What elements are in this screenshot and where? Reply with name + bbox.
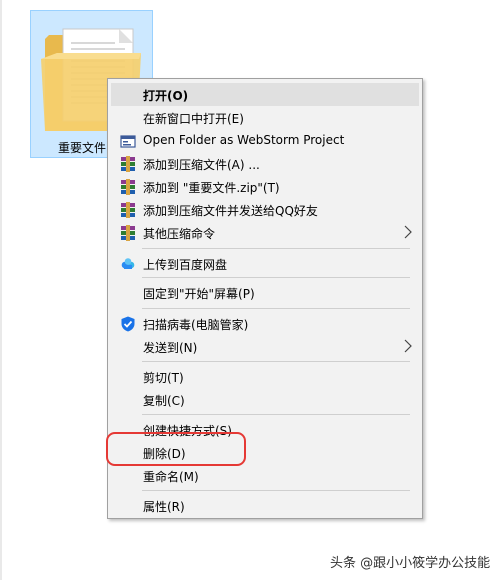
menu-item-label: 添加到压缩文件并发送给QQ好友 — [143, 204, 318, 218]
menu-item-add-to-zip[interactable]: 添加到 "重要文件.zip"(T) — [111, 175, 419, 198]
webstorm-icon — [120, 133, 136, 149]
menu-item-label: 其他压缩命令 — [143, 227, 216, 241]
menu-item-open[interactable]: 打开(O) — [111, 83, 419, 106]
menu-item-label: 添加到 "重要文件.zip"(T) — [143, 181, 280, 195]
menu-item-label: 添加到压缩文件(A) ... — [143, 158, 260, 172]
winrar-icon — [120, 202, 136, 218]
menu-item-rename[interactable]: 重命名(M) — [111, 464, 419, 487]
menu-item-open-new-window[interactable]: 在新窗口中打开(E) — [111, 106, 419, 129]
menu-separator — [142, 277, 410, 278]
menu-item-label: 复制(C) — [143, 394, 185, 408]
menu-separator — [142, 248, 410, 249]
annotation-highlight-ring — [106, 432, 246, 466]
menu-separator — [142, 490, 410, 491]
tencent-pc-manager-shield-icon — [120, 316, 136, 332]
chevron-right-icon — [403, 339, 413, 353]
menu-item-pin-start[interactable]: 固定到"开始"屏幕(P) — [111, 281, 419, 304]
menu-item-scan-virus[interactable]: 扫描病毒(电脑管家) — [111, 312, 419, 335]
menu-item-archive-send-qq[interactable]: 添加到压缩文件并发送给QQ好友 — [111, 198, 419, 221]
window-edge — [0, 0, 2, 580]
menu-item-label: 重命名(M) — [143, 470, 199, 484]
menu-item-label: 在新窗口中打开(E) — [143, 112, 244, 126]
winrar-icon — [120, 225, 136, 241]
menu-item-open-webstorm[interactable]: Open Folder as WebStorm Project — [111, 129, 419, 152]
folder-label: 重要文件 — [58, 141, 107, 155]
menu-item-upload-baidu[interactable]: 上传到百度网盘 — [111, 252, 419, 275]
chevron-right-icon — [403, 225, 413, 239]
menu-item-label: 固定到"开始"屏幕(P) — [143, 287, 255, 301]
menu-item-label: 扫描病毒(电脑管家) — [143, 318, 249, 332]
menu-item-properties[interactable]: 属性(R) — [111, 494, 419, 517]
watermark: 头条 @跟小小筱学办公技能 — [330, 556, 491, 571]
winrar-icon — [120, 179, 136, 195]
menu-item-label: 属性(R) — [143, 500, 185, 514]
menu-item-label: 打开(O) — [143, 89, 189, 103]
menu-separator — [142, 414, 410, 415]
menu-item-label: 发送到(N) — [143, 341, 198, 355]
menu-item-copy[interactable]: 复制(C) — [111, 388, 419, 411]
menu-item-label: 上传到百度网盘 — [143, 258, 228, 272]
menu-separator — [142, 308, 410, 309]
baidu-netdisk-icon — [120, 256, 136, 272]
menu-item-label: 剪切(T) — [143, 371, 184, 385]
menu-item-add-to-archive[interactable]: 添加到压缩文件(A) ... — [111, 152, 419, 175]
menu-item-cut[interactable]: 剪切(T) — [111, 365, 419, 388]
winrar-icon — [120, 156, 136, 172]
menu-item-label: Open Folder as WebStorm Project — [143, 133, 345, 147]
menu-item-send-to[interactable]: 发送到(N) — [111, 335, 419, 358]
menu-item-other-compress[interactable]: 其他压缩命令 — [111, 221, 419, 244]
menu-separator — [142, 361, 410, 362]
